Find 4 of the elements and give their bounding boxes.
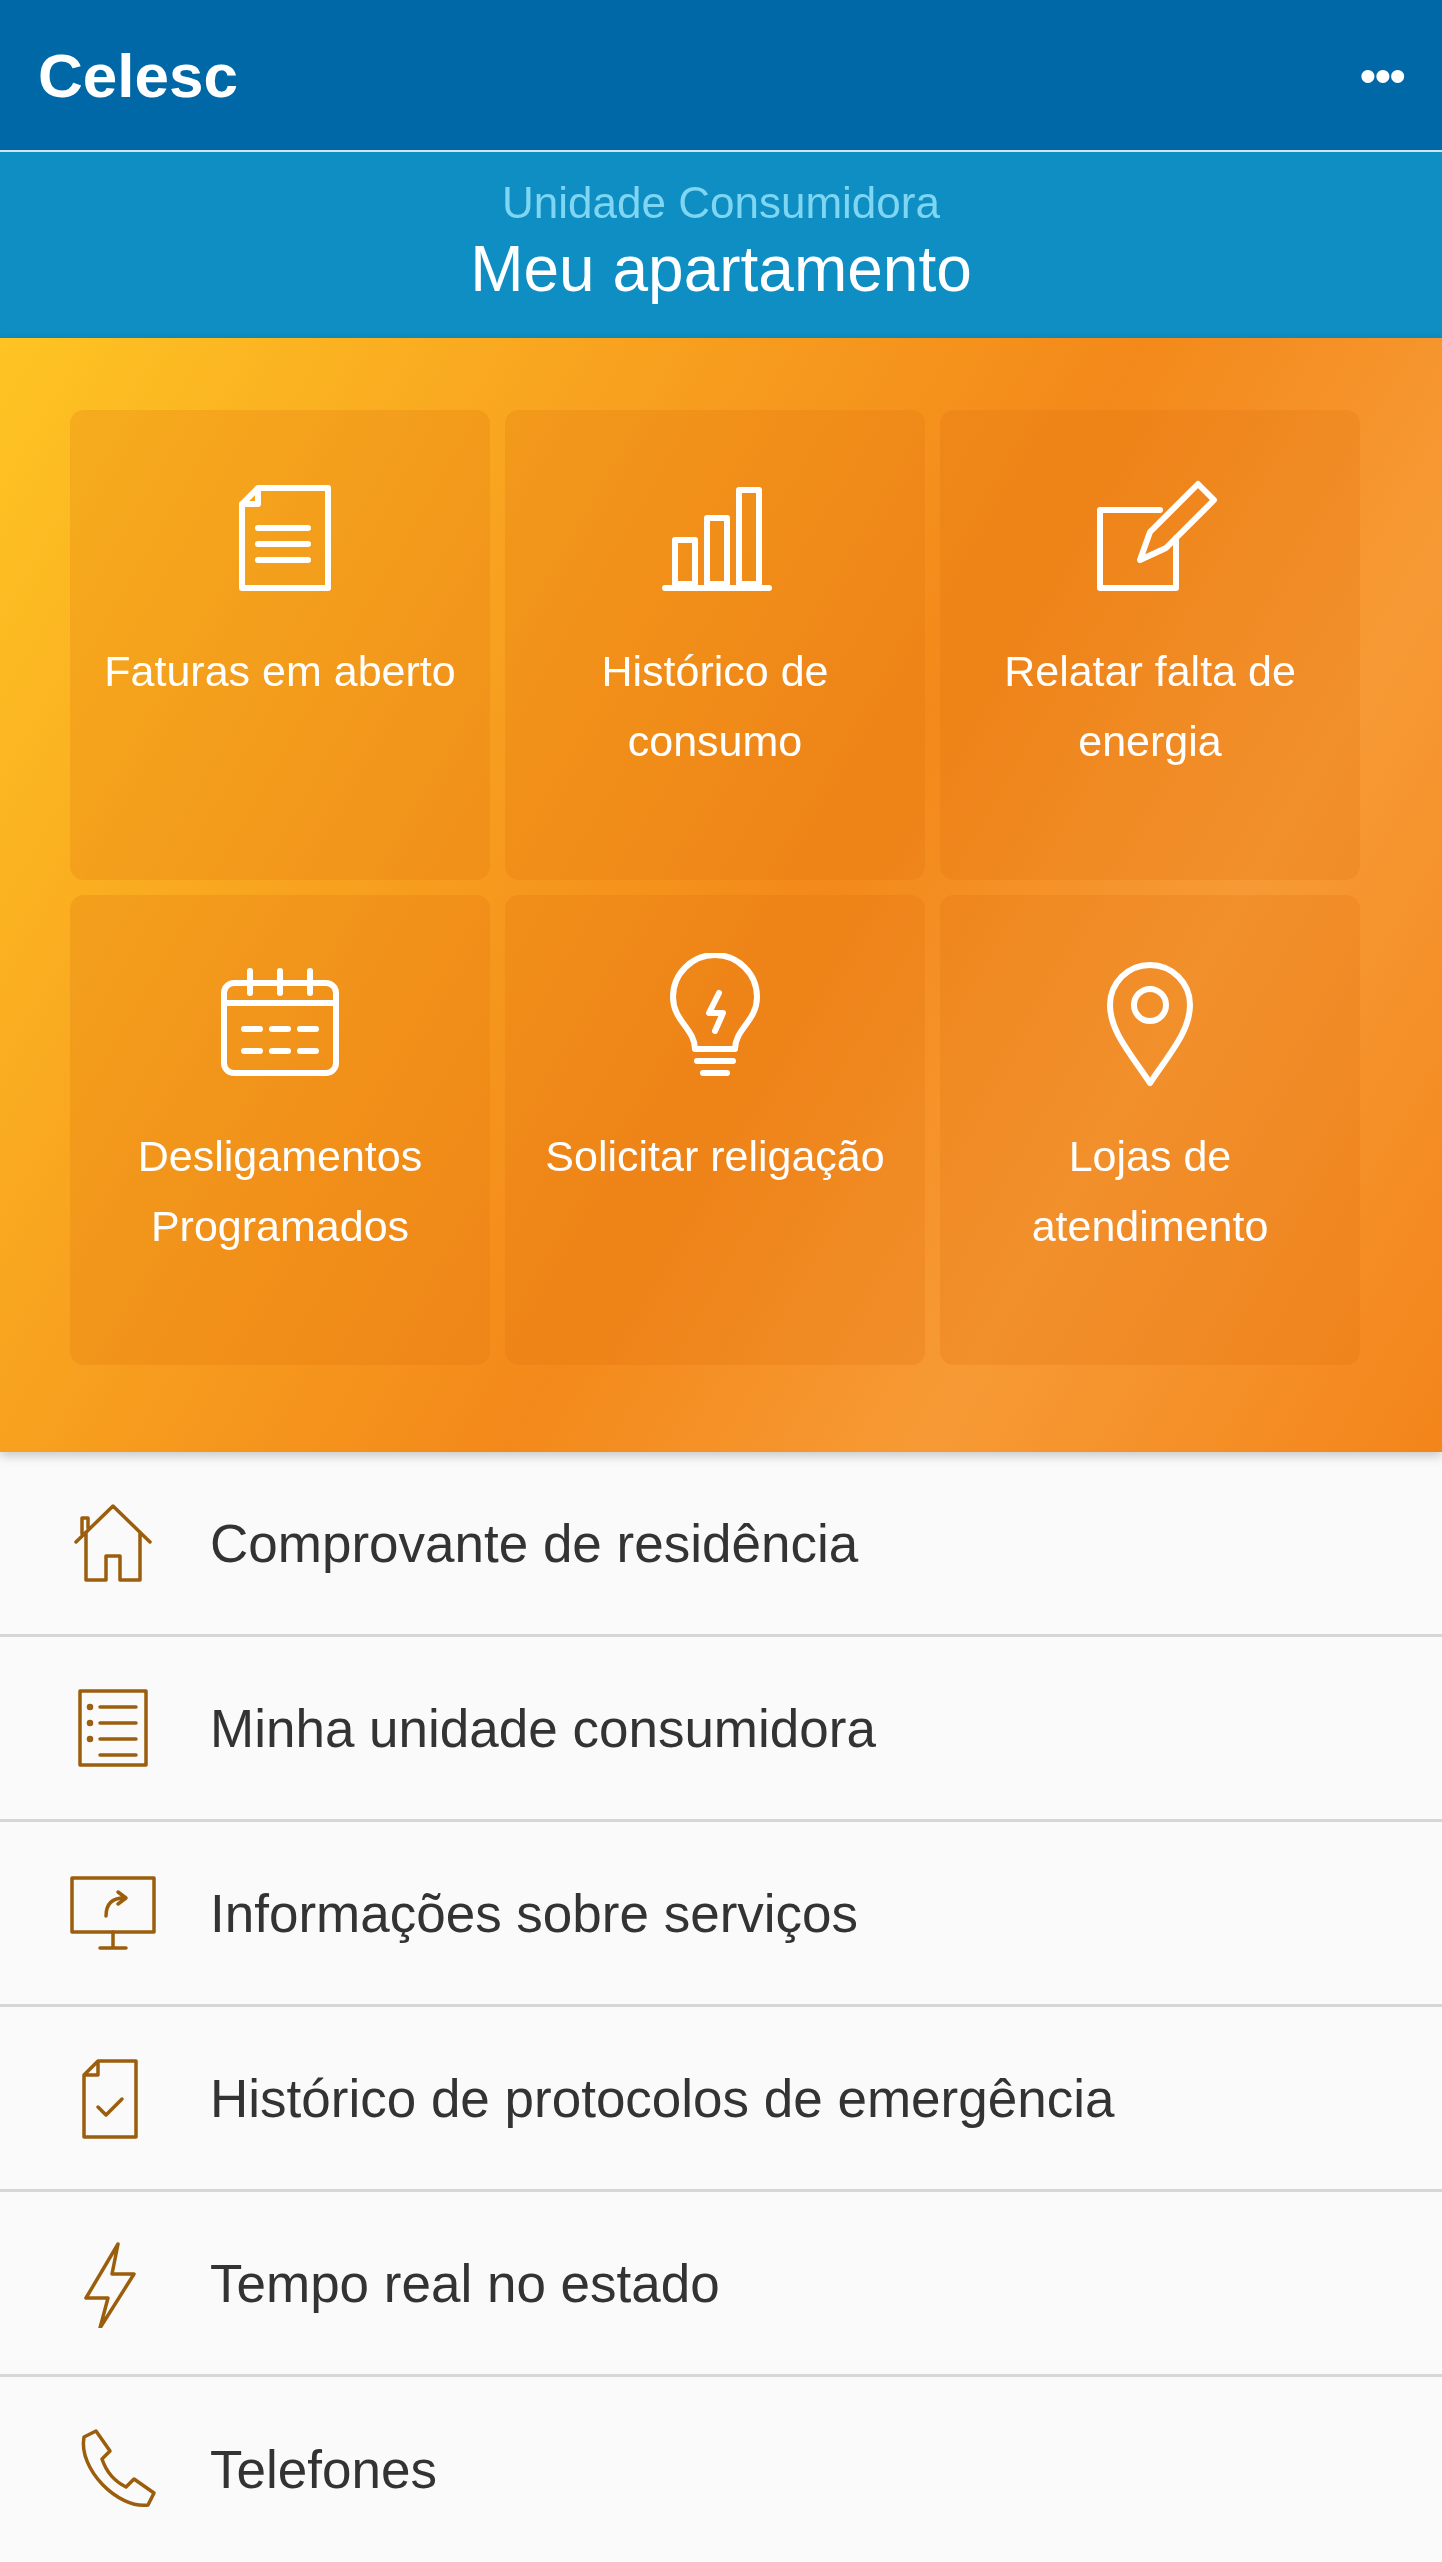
app-title: Celesc — [38, 39, 238, 111]
unit-title: Meu apartamento — [470, 232, 972, 306]
more-menu-button[interactable]: ••• — [1359, 47, 1404, 103]
unit-label: Unidade Consumidora — [502, 178, 940, 228]
